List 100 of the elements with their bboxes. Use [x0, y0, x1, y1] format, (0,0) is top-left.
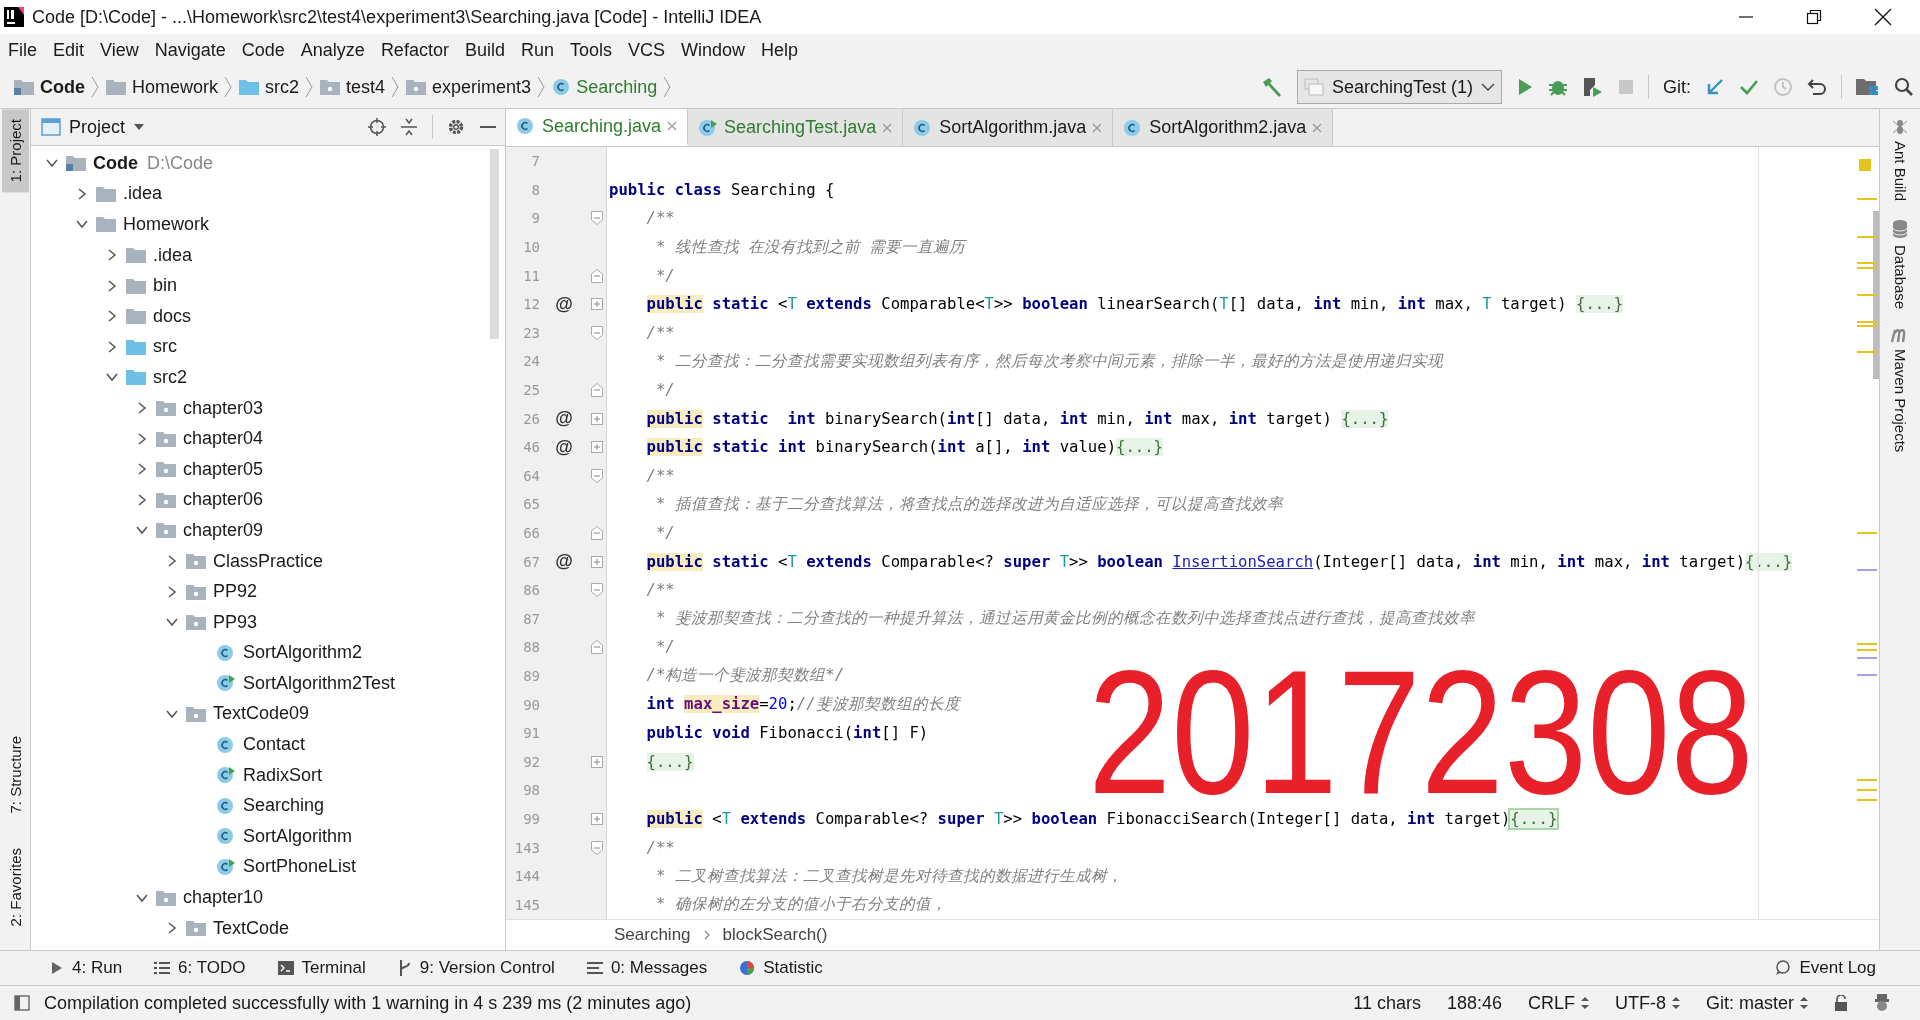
status-selector[interactable]: Git: master — [1706, 992, 1794, 1014]
fold-marker-icon[interactable] — [591, 840, 603, 855]
run-icon[interactable] — [1516, 78, 1534, 96]
tree-item[interactable]: ClassPractice — [213, 550, 324, 572]
tree-item[interactable]: chapter03 — [183, 397, 264, 419]
panel-title[interactable]: Project — [69, 116, 126, 138]
caret-icon[interactable] — [133, 123, 146, 131]
menu-item[interactable]: Navigate — [154, 39, 235, 61]
tree-item[interactable]: chapter10 — [183, 887, 264, 909]
restore-icon[interactable] — [1806, 9, 1822, 25]
expand-marker-icon[interactable] — [591, 555, 603, 568]
override-marker[interactable]: @ — [555, 551, 573, 572]
hammer-icon[interactable] — [1260, 76, 1283, 98]
tree-item[interactable]: Code — [93, 152, 138, 174]
menu-item[interactable]: VCS — [628, 39, 674, 61]
panel-toggle-icon[interactable] — [14, 995, 30, 1011]
tree-item[interactable]: src — [153, 336, 177, 358]
update-arrow-icon[interactable] — [1705, 77, 1725, 97]
menu-item[interactable]: Edit — [53, 39, 94, 61]
tool-window-tab[interactable]: 7: Structure — [1, 726, 29, 824]
tree-item[interactable]: SortAlgorithm2Test — [243, 672, 396, 694]
run-config-dropdown[interactable]: SearchingTest (1) — [1296, 70, 1502, 104]
menu-item[interactable]: Run — [520, 39, 563, 61]
tree-item[interactable]: .idea — [123, 183, 163, 205]
breadcrumb-item[interactable]: Searching — [614, 925, 691, 945]
tool-window-button[interactable]: Event Log — [1761, 958, 1890, 978]
tree-item[interactable]: chapter04 — [183, 428, 264, 450]
status-selector[interactable]: CRLF — [1527, 992, 1575, 1014]
expand-marker-icon[interactable] — [591, 812, 603, 825]
editor-tab[interactable]: SortAlgorithm2.java — [1113, 109, 1334, 146]
coverage-icon[interactable] — [1582, 76, 1604, 98]
breadcrumb-item[interactable]: test4 — [346, 76, 386, 98]
editor-tab[interactable]: Searching.java — [506, 109, 689, 146]
settings-icon[interactable] — [447, 118, 465, 136]
tree-item[interactable]: Contact — [243, 734, 306, 756]
menu-item[interactable]: Help — [761, 39, 808, 61]
collapse-all-icon[interactable] — [400, 118, 418, 136]
revert-icon[interactable] — [1807, 77, 1827, 97]
menu-item[interactable]: View — [100, 39, 148, 61]
fold-marker-icon[interactable] — [591, 268, 603, 283]
tool-window-tab[interactable]: Database — [1891, 219, 1909, 310]
tree-item[interactable]: src2 — [153, 366, 187, 388]
menu-item[interactable]: Analyze — [300, 39, 374, 61]
fold-marker-icon[interactable] — [591, 383, 603, 398]
editor-tab[interactable]: SortAlgorithm.java — [903, 109, 1114, 146]
tool-window-button[interactable]: Terminal — [263, 958, 380, 978]
editor-tab[interactable]: SearchingTest.java — [688, 109, 904, 146]
tree-item[interactable]: chapter09 — [183, 519, 264, 541]
search-icon[interactable] — [1894, 77, 1914, 97]
tree-item[interactable]: SortAlgorithm — [243, 825, 353, 847]
tree-item[interactable]: Homework — [123, 214, 210, 235]
expand-marker-icon[interactable] — [591, 441, 603, 454]
tree-item[interactable]: docs — [153, 305, 192, 327]
close-icon[interactable] — [1874, 8, 1892, 26]
tool-window-button[interactable]: 4: Run — [36, 958, 137, 978]
breadcrumb-item[interactable]: Homework — [132, 76, 219, 98]
fold-marker-icon[interactable] — [591, 583, 603, 598]
breadcrumb-item[interactable]: Code — [40, 76, 85, 98]
tree-item[interactable]: .idea — [153, 244, 193, 266]
tree-item[interactable]: RadixSort — [243, 764, 323, 786]
breadcrumb-item[interactable]: src2 — [265, 76, 300, 98]
up-down-icon[interactable] — [1800, 996, 1808, 1010]
crosshair-icon[interactable] — [368, 118, 386, 136]
expand-marker-icon[interactable] — [591, 412, 603, 425]
tree-item[interactable]: TextCode09 — [213, 703, 310, 725]
override-marker[interactable]: @ — [555, 436, 573, 457]
tool-window-button[interactable]: 0: Messages — [572, 958, 722, 978]
tree-item[interactable]: PP93 — [213, 611, 258, 633]
tree-item[interactable]: Searching — [243, 795, 325, 817]
project-structure-icon[interactable] — [1856, 77, 1880, 97]
tool-window-button[interactable]: 9: Version Control — [383, 958, 569, 978]
override-marker[interactable]: @ — [555, 408, 573, 429]
tree-item[interactable]: SortPhoneList — [243, 856, 357, 878]
menu-item[interactable]: Refactor — [380, 39, 458, 61]
expand-marker-icon[interactable] — [591, 298, 603, 311]
tool-window-button[interactable]: Statistic — [725, 958, 837, 978]
menu-item[interactable]: Window — [681, 39, 755, 61]
override-marker[interactable]: @ — [555, 293, 573, 314]
tool-window-tab[interactable]: Maven Projects — [1890, 327, 1910, 453]
menu-item[interactable]: File — [8, 39, 46, 61]
tree-item[interactable]: SortAlgorithm2 — [243, 642, 363, 664]
tool-window-tab[interactable]: Ant Build — [1891, 117, 1909, 202]
fold-marker-icon[interactable] — [591, 325, 603, 340]
status-selector[interactable]: UTF-8 — [1615, 992, 1666, 1014]
expand-marker-icon[interactable] — [591, 755, 603, 768]
scrollbar-thumb[interactable] — [490, 149, 499, 339]
up-down-icon[interactable] — [1581, 996, 1589, 1010]
fold-marker-icon[interactable] — [591, 526, 603, 540]
tool-window-button[interactable]: 6: TODO — [140, 958, 260, 978]
tree-item[interactable]: TextCode — [213, 917, 290, 939]
tree-item[interactable]: chapter06 — [183, 489, 264, 511]
tree-item[interactable]: chapter05 — [183, 458, 264, 480]
fold-marker-icon[interactable] — [591, 211, 603, 226]
tree-item[interactable]: PP92 — [213, 581, 258, 603]
menu-item[interactable]: Tools — [569, 39, 621, 61]
lock-icon[interactable] — [1834, 995, 1848, 1011]
tool-window-tab[interactable]: 1: Project — [1, 109, 29, 193]
breadcrumb-item[interactable]: Searching — [576, 76, 658, 98]
tool-window-tab[interactable]: 2: Favorites — [1, 837, 29, 936]
fold-marker-icon[interactable] — [591, 468, 603, 483]
